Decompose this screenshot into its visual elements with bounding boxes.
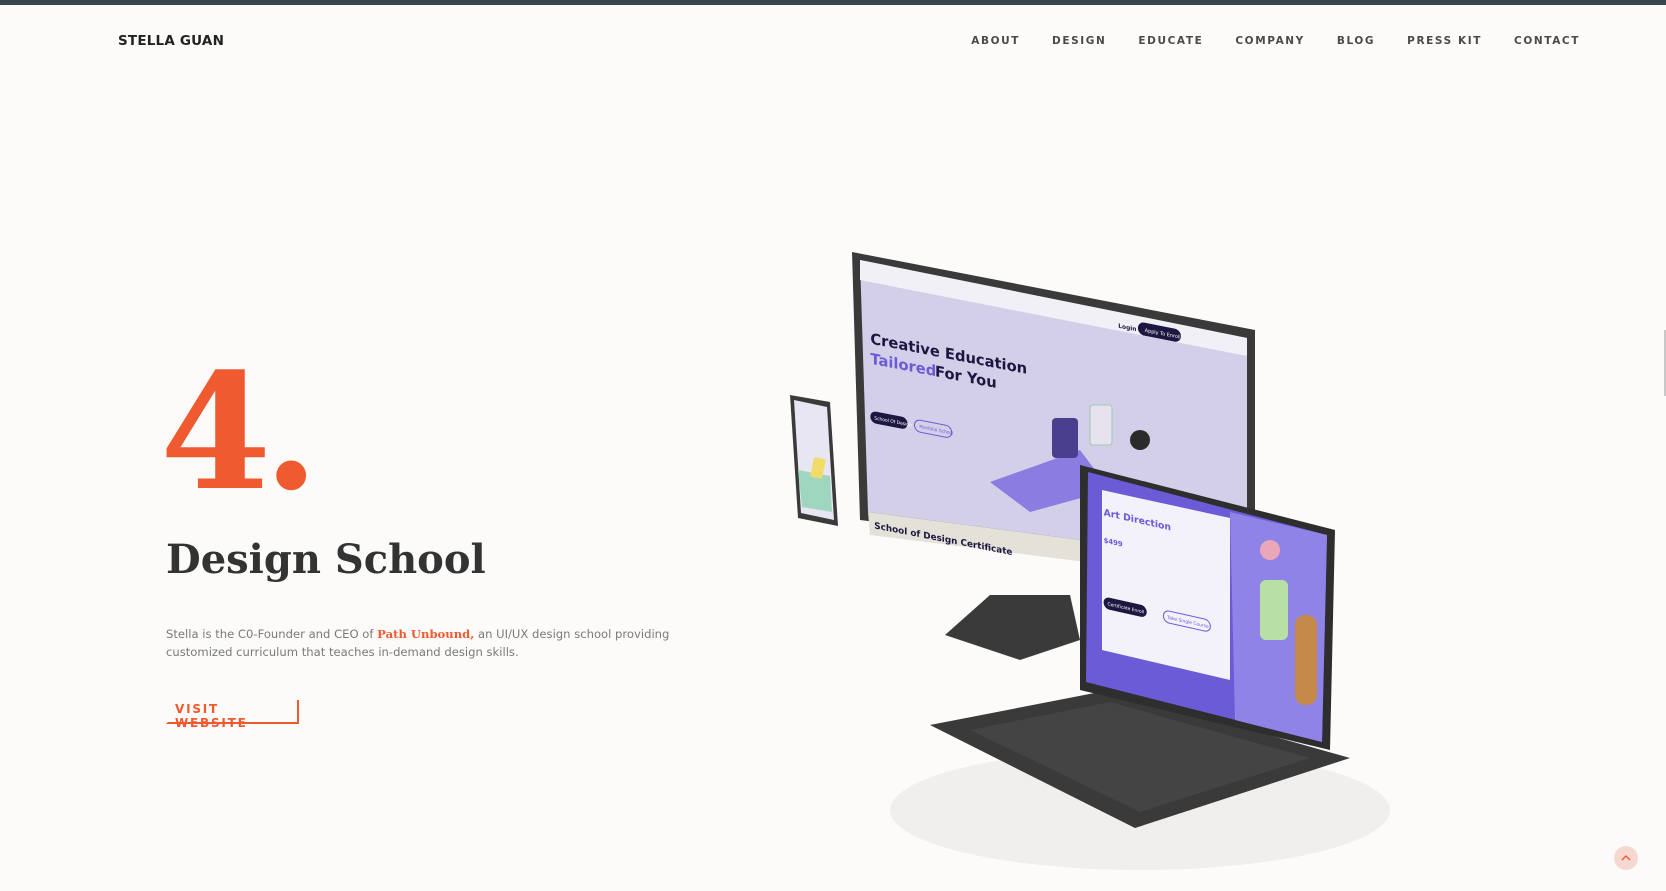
nav-educate[interactable]: EDUCATE bbox=[1138, 35, 1203, 47]
nav-about[interactable]: ABOUT bbox=[971, 35, 1020, 47]
device-mockup-illustration: Creative Education Tailored For You Logi… bbox=[790, 252, 1390, 870]
chevron-up-icon bbox=[1621, 855, 1631, 861]
back-to-top-button[interactable] bbox=[1614, 846, 1638, 870]
path-unbound-link[interactable]: Path Unbound, bbox=[377, 627, 474, 641]
visit-website-label: VISIT WEBSITE bbox=[175, 702, 248, 730]
desktop-clock bbox=[1130, 430, 1150, 450]
nav-company[interactable]: COMPANY bbox=[1235, 35, 1305, 47]
site-logo[interactable]: STELLA GUAN bbox=[118, 33, 224, 49]
nav-design[interactable]: DESIGN bbox=[1052, 35, 1106, 47]
description-text-start: Stella is the C0-Founder and CEO of bbox=[166, 627, 378, 641]
nav-press-kit[interactable]: PRESS KIT bbox=[1407, 35, 1482, 47]
laptop-figure-body bbox=[1260, 580, 1288, 640]
laptop-figure-head bbox=[1260, 540, 1280, 560]
main-nav: ABOUT DESIGN EDUCATE COMPANY BLOG PRESS … bbox=[939, 35, 1580, 47]
nav-blog[interactable]: BLOG bbox=[1337, 35, 1375, 47]
visit-website-button[interactable]: VISIT WEBSITE bbox=[166, 700, 299, 730]
section-number: 4. bbox=[160, 338, 319, 526]
monitor-stand bbox=[945, 595, 1080, 660]
section-title: Design School bbox=[166, 536, 486, 583]
desktop-figure bbox=[1052, 418, 1078, 458]
top-accent-bar bbox=[0, 0, 1666, 5]
section-description: Stella is the C0-Founder and CEO of Path… bbox=[166, 625, 726, 661]
desktop-poster bbox=[1089, 404, 1113, 446]
laptop-cello bbox=[1295, 615, 1317, 705]
nav-contact[interactable]: CONTACT bbox=[1514, 35, 1580, 47]
